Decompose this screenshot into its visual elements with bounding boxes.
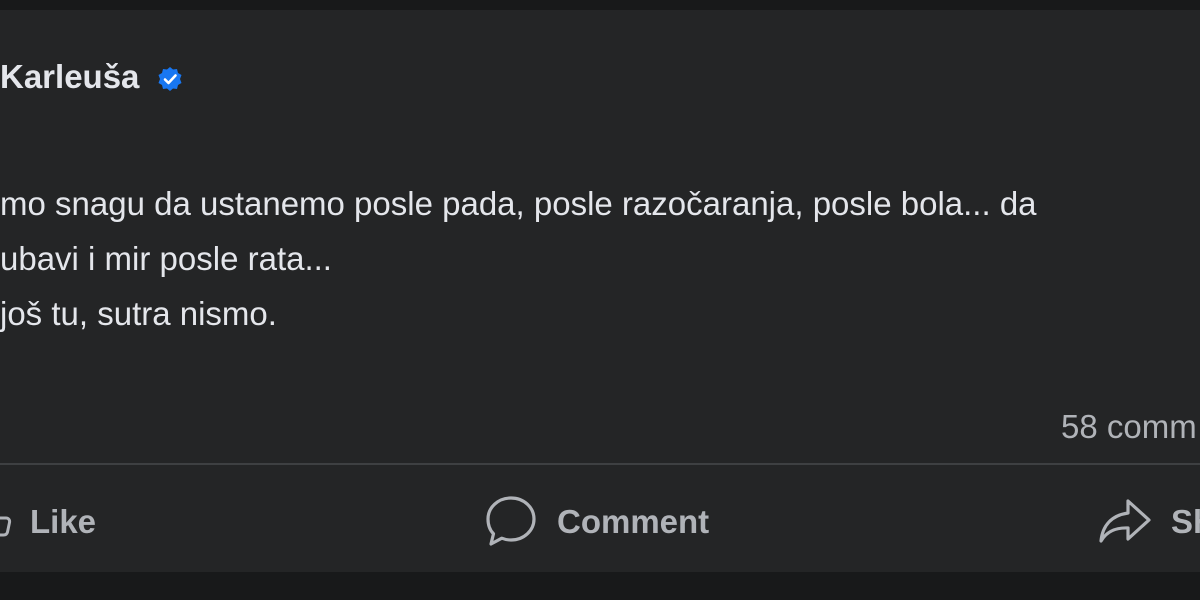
comment-count[interactable]: 58 comm — [1061, 408, 1197, 446]
post-text-line: mo snagu da ustanemo posle pada, posle r… — [0, 185, 1037, 222]
like-label: Like — [30, 503, 97, 540]
post-card: Karleuša mo snagu da ustanemo posle pada… — [0, 10, 1200, 572]
post-body: mo snagu da ustanemo posle pada, posle r… — [0, 176, 1200, 341]
post-header: Karleuša — [0, 52, 183, 102]
share-label: Sh — [1171, 503, 1200, 540]
like-button[interactable]: Like — [0, 494, 96, 550]
post-text-line: još tu, sutra nismo. — [0, 295, 277, 332]
verified-badge-icon — [157, 66, 183, 92]
author-name[interactable]: Karleuša — [0, 58, 139, 96]
speech-bubble-icon — [483, 494, 539, 550]
share-button[interactable]: Sh — [1097, 494, 1200, 550]
share-arrow-icon — [1097, 496, 1153, 548]
comment-label: Comment — [557, 503, 710, 540]
thumbs-up-icon — [0, 504, 14, 540]
divider — [0, 463, 1200, 465]
comment-button[interactable]: Comment — [483, 494, 709, 550]
post-text-line: ubavi i mir posle rata... — [0, 240, 332, 277]
